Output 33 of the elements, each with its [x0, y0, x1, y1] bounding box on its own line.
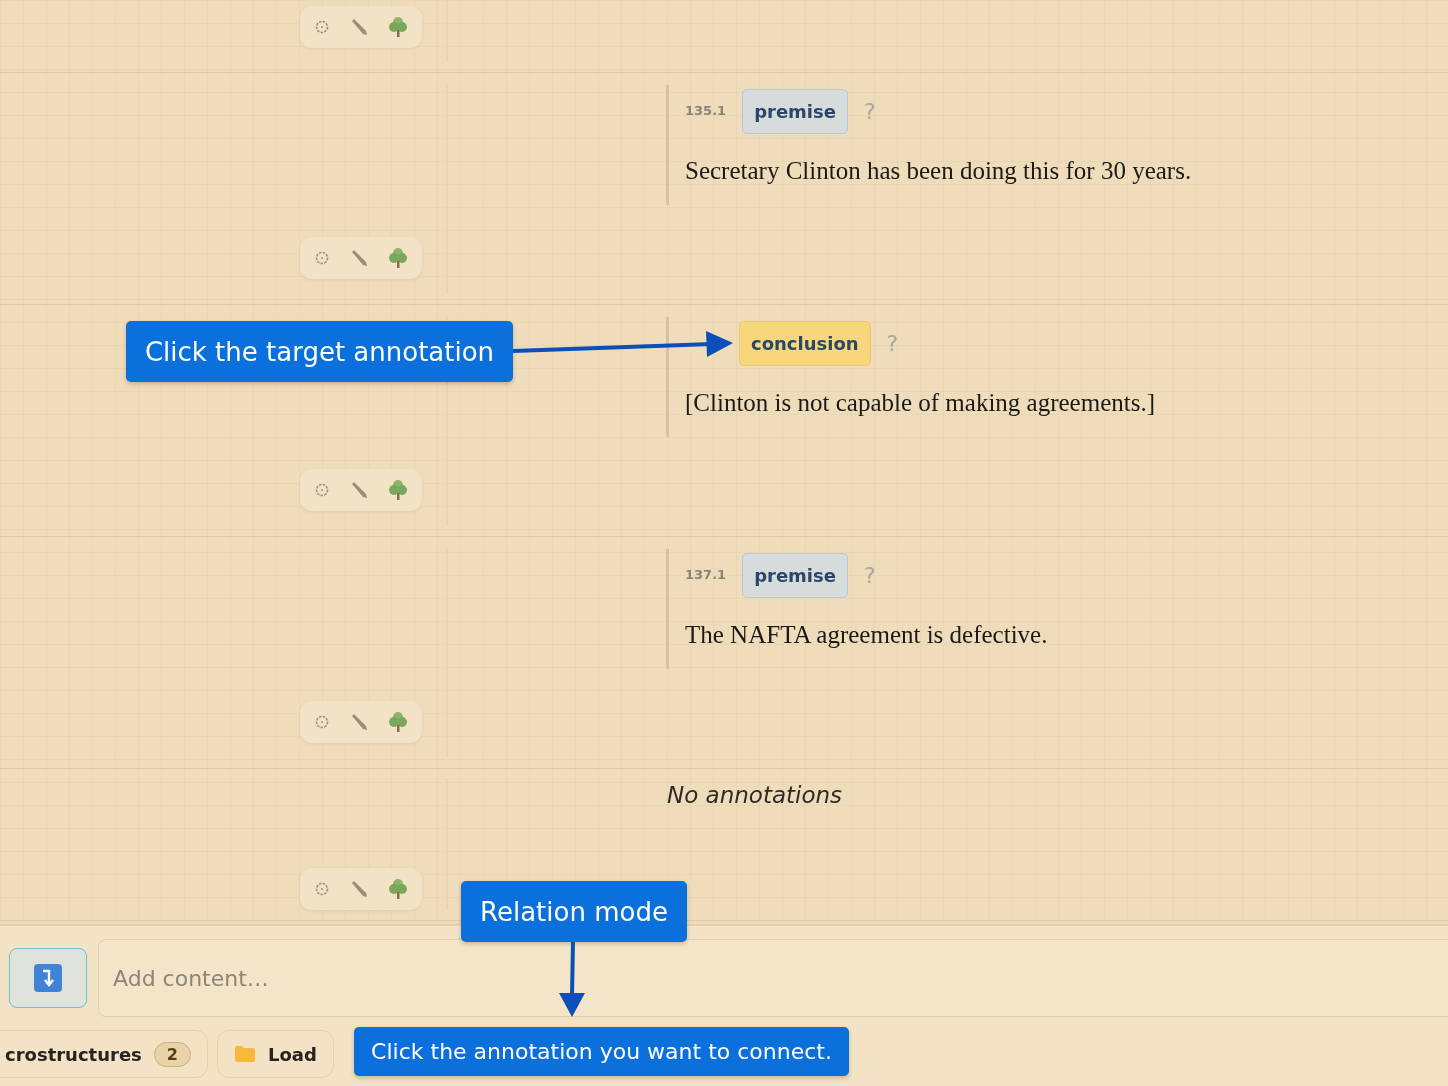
- tree-icon[interactable]: [388, 16, 408, 38]
- pencil-icon[interactable]: [350, 481, 368, 499]
- tree-icon[interactable]: [388, 878, 408, 900]
- toolbar-button[interactable]: Load: [216, 1030, 334, 1078]
- folder-icon: [233, 1045, 256, 1063]
- annotation-number: 137.1: [685, 566, 727, 584]
- tutorial-callout: Relation mode: [461, 881, 687, 942]
- tree-icon[interactable]: [388, 479, 408, 501]
- annotation-text: The NAFTA agreement is defective.: [685, 621, 1049, 649]
- annotation-text: Secretary Clinton has been doing this for 30 years.: [685, 157, 1193, 185]
- content-input[interactable]: Add content…: [98, 939, 1448, 1017]
- count-badge: 2: [153, 1041, 191, 1067]
- pencil-icon[interactable]: [350, 249, 368, 267]
- annotation-text: [Clinton is not capable of making agreements.]: [685, 389, 1156, 417]
- settings-icon[interactable]: [314, 482, 330, 498]
- annotation-label[interactable]: premise: [742, 552, 848, 598]
- relation-mode-button[interactable]: [9, 948, 87, 1008]
- settings-icon[interactable]: [314, 19, 330, 35]
- settings-icon[interactable]: [314, 250, 330, 266]
- tutorial-callout: Click the annotation you want to connect.: [354, 1027, 849, 1076]
- annotation-label[interactable]: conclusion: [739, 320, 871, 366]
- toolbar-button[interactable]: crostructures 2: [0, 1030, 208, 1078]
- settings-icon[interactable]: [314, 714, 330, 730]
- tutorial-callout: Click the target annotation: [126, 321, 513, 382]
- pencil-icon[interactable]: [350, 713, 368, 731]
- empty-message: No annotations: [667, 782, 843, 808]
- pencil-icon[interactable]: [350, 18, 368, 36]
- annotation-label[interactable]: premise: [742, 88, 848, 134]
- pencil-icon[interactable]: [350, 880, 368, 898]
- settings-icon[interactable]: [314, 881, 330, 897]
- tree-icon[interactable]: [388, 711, 408, 733]
- tree-icon[interactable]: [388, 247, 408, 269]
- annotation-number: 135.1: [685, 102, 727, 120]
